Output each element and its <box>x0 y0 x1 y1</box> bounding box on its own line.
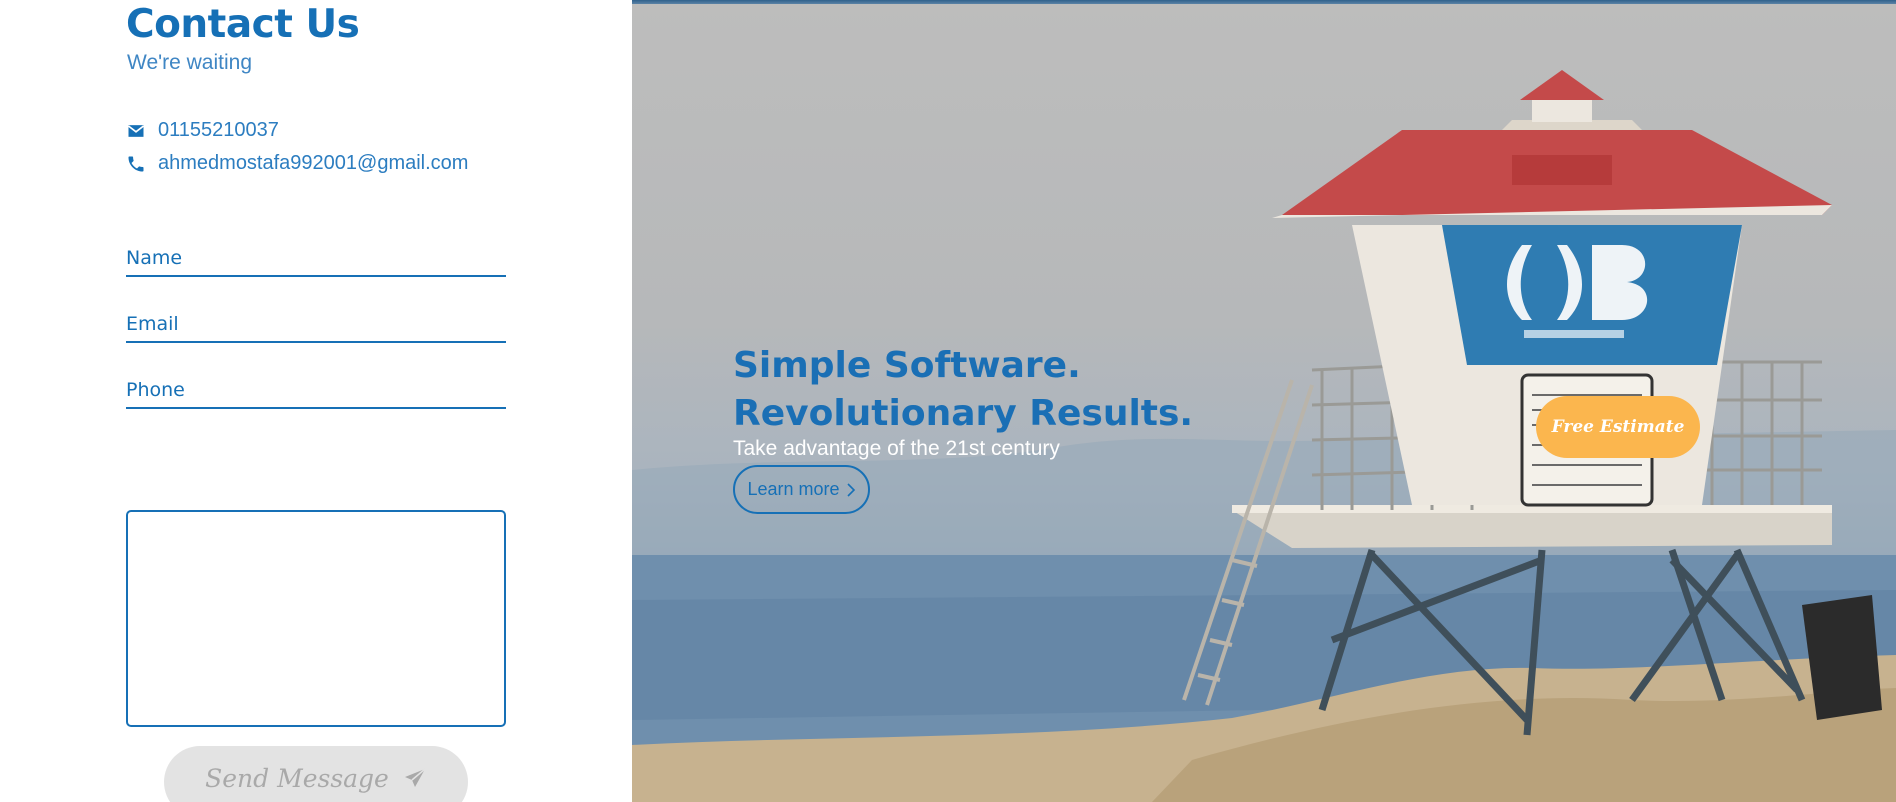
free-estimate-button[interactable]: Free Estimate <box>1536 396 1700 458</box>
contact-subtitle: We're waiting <box>127 51 253 74</box>
name-field[interactable]: Name <box>126 247 506 277</box>
phone-field[interactable]: Phone <box>126 379 506 409</box>
hero-title-line-2: Revolutionary Results. <box>733 393 1194 434</box>
paper-plane-icon <box>404 768 426 787</box>
message-textarea[interactable] <box>126 510 506 727</box>
chevron-right-icon <box>846 482 855 497</box>
contact-section: Contact Us We're waiting 01155210037 ahm… <box>0 0 632 802</box>
hero-subtitle: Take advantage of the 21st century <box>733 437 1060 460</box>
learn-more-button[interactable]: Learn more <box>733 465 870 514</box>
phone-icon <box>128 156 144 171</box>
contact-email-link[interactable]: ahmedmostafa992001@gmail.com <box>158 152 468 175</box>
hero-title-line-1: Simple Software. <box>733 345 1081 386</box>
contact-title: Contact Us <box>126 2 360 47</box>
hero-section: Simple Software. Revolutionary Results. … <box>632 0 1896 802</box>
name-field-label: Name <box>126 247 183 269</box>
email-field[interactable]: Email <box>126 313 506 343</box>
envelope-icon <box>127 124 145 137</box>
hero-title: Simple Software. Revolutionary Results. <box>733 342 1193 438</box>
send-message-label: Send Message <box>205 764 389 793</box>
page: Contact Us We're waiting 01155210037 ahm… <box>0 0 1896 802</box>
email-field-label: Email <box>126 313 179 335</box>
contact-phone-row: 01155210037 <box>126 119 279 142</box>
hero-top-border <box>632 0 1896 4</box>
contact-phone-link[interactable]: 01155210037 <box>158 119 279 142</box>
learn-more-label: Learn more <box>747 479 840 499</box>
send-message-button[interactable]: Send Message <box>164 746 468 802</box>
phone-field-label: Phone <box>126 379 185 401</box>
contact-email-row: ahmedmostafa992001@gmail.com <box>126 152 468 175</box>
